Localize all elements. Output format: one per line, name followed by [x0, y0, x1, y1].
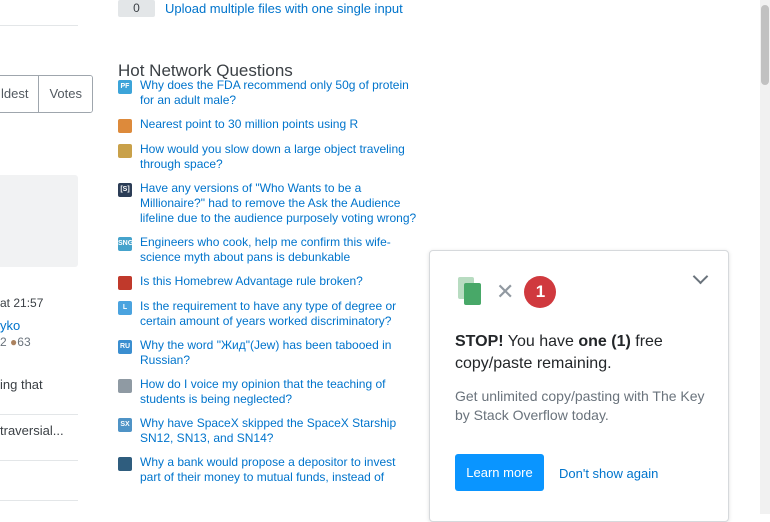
hnq-item: Is this Homebrew Advantage rule broken? — [118, 274, 418, 290]
sort-oldest-button[interactable]: ldest — [0, 76, 39, 112]
rpg-site-icon — [118, 276, 132, 290]
popup-message: STOP! You have one (1) free copy/paste r… — [455, 331, 715, 375]
hnq-item: RU Why the word "Жид"(Jew) has been taboo… — [118, 338, 418, 368]
hnq-question-link[interactable]: Engineers who cook, help me confirm this… — [140, 235, 418, 265]
remaining-count-text: one (1) — [578, 333, 631, 350]
user-badges: 2 ●63 — [0, 335, 31, 349]
question-column: ldest Votes at 21:57 yko 2 ●63 ing that … — [0, 0, 100, 514]
remaining-count-badge: 1 — [524, 276, 557, 308]
answer-sort-group: ldest Votes — [0, 75, 93, 113]
hnq-question-link[interactable]: Is the requirement to have any type of d… — [140, 299, 418, 329]
related-question-link[interactable]: Upload multiple files with one single in… — [165, 1, 403, 16]
hnq-item: [S] Have any versions of "Who Wants to be… — [118, 181, 418, 226]
hnq-item: SNG Engineers who cook, help me confirm t… — [118, 235, 418, 265]
hnq-item: SX Why have SpaceX skipped the SpaceX Sta… — [118, 416, 418, 446]
comment-snippet: ing that — [0, 377, 43, 392]
hnq-question-link[interactable]: Why the word "Жид"(Jew) has been tabooed… — [140, 338, 418, 368]
hnq-question-link[interactable]: Nearest point to 30 million points using… — [140, 117, 358, 133]
divider — [0, 500, 78, 501]
scrollbar-thumb[interactable] — [761, 5, 769, 85]
worldbuilding-site-icon — [118, 144, 132, 158]
bronze-count: 63 — [17, 335, 31, 349]
hnq-item: How do I voice my opinion that the teach… — [118, 377, 418, 407]
hnq-item: Nearest point to 30 million points using… — [118, 117, 418, 133]
post-time: at 21:57 — [0, 296, 44, 310]
hnq-item: L Is the requirement to have any type of … — [118, 299, 418, 329]
scifi-site-icon: [S] — [118, 183, 132, 197]
collapse-chevron-icon[interactable] — [692, 268, 709, 285]
hnq-question-link[interactable]: Why have SpaceX skipped the SpaceX Stars… — [140, 416, 418, 446]
divider — [0, 460, 78, 461]
popup-subtext: Get unlimited copy/pasting with The Key … — [455, 388, 705, 423]
answer-count-badge: 0 — [118, 0, 155, 17]
hnq-question-link[interactable]: Have any versions of "Who Wants to be a … — [140, 181, 418, 226]
hnq-item: Why a bank would propose a depositor to … — [118, 455, 418, 485]
hnq-item: PF Why does the FDA recommend only 50g of… — [118, 78, 418, 108]
personal-finance-site-icon: PF — [118, 80, 132, 94]
scrollbar[interactable] — [760, 0, 770, 514]
hnq-question-link[interactable]: How would you slow down a large object t… — [140, 142, 418, 172]
divider — [0, 25, 78, 26]
academia-site-icon — [118, 379, 132, 393]
user-name-link[interactable]: yko — [0, 318, 20, 333]
space-site-icon: SX — [118, 418, 132, 432]
hot-network-questions-list: PF Why does the FDA recommend only 50g of… — [118, 78, 418, 494]
divider — [0, 414, 78, 415]
message-text: You have — [503, 333, 579, 350]
mathematica-site-icon — [118, 119, 132, 133]
copy-paste-limit-popup: ✕ 1 STOP! You have one (1) free copy/pas… — [429, 250, 729, 522]
hnq-question-link[interactable]: Why does the FDA recommend only 50g of p… — [140, 78, 418, 108]
russian-site-icon: RU — [118, 340, 132, 354]
copy-icon — [458, 277, 484, 307]
skeptics-site-icon: SNG — [118, 237, 133, 251]
law-site-icon: L — [118, 301, 132, 315]
hnq-question-link[interactable]: Why a bank would propose a depositor to … — [140, 455, 418, 485]
stop-label: STOP! — [455, 333, 504, 350]
answer-block — [0, 175, 78, 267]
sort-votes-button[interactable]: Votes — [38, 76, 92, 112]
badge-count: 2 — [0, 335, 7, 349]
times-icon: ✕ — [496, 279, 515, 304]
hnq-question-link[interactable]: Is this Homebrew Advantage rule broken? — [140, 274, 363, 290]
related-question: 0 Upload multiple files with one single … — [118, 0, 403, 17]
money-site-icon — [118, 457, 132, 471]
popup-header: ✕ 1 — [458, 276, 557, 308]
learn-more-button[interactable]: Learn more — [455, 454, 544, 491]
hnq-item: How would you slow down a large object t… — [118, 142, 418, 172]
dont-show-again-link[interactable]: Don't show again — [559, 466, 658, 481]
hnq-question-link[interactable]: How do I voice my opinion that the teach… — [140, 377, 418, 407]
comment-snippet: traversial... — [0, 423, 64, 438]
